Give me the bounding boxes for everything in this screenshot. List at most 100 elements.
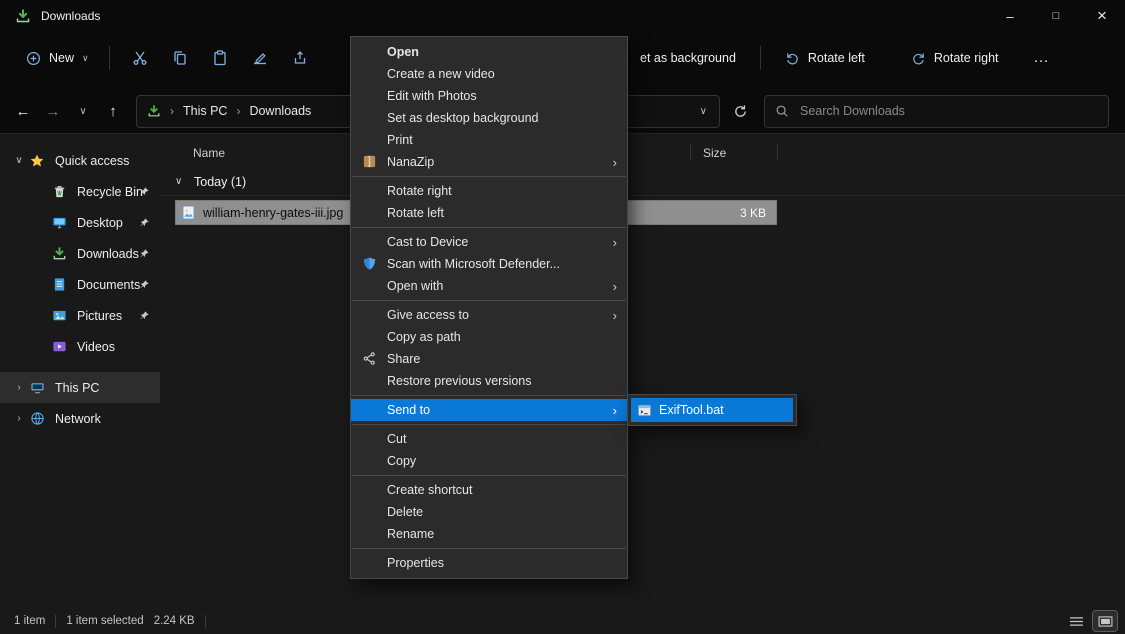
sidebar-item-network[interactable]: › Network xyxy=(0,403,160,434)
menu-item-set-as-desktop-background[interactable]: Set as desktop background xyxy=(351,107,627,129)
set-as-background-button[interactable]: et as background xyxy=(630,43,746,73)
menu-item-label: Print xyxy=(387,133,413,147)
navigation-pane: ∨ Quick access Recycle Bin Desktop Downl… xyxy=(0,135,160,608)
set-as-background-label: et as background xyxy=(640,51,736,65)
status-selected-count: 1 item selected xyxy=(66,615,143,627)
column-divider[interactable] xyxy=(690,144,691,161)
new-button[interactable]: New ∨ xyxy=(16,44,99,73)
sidebar-item-desktop[interactable]: Desktop xyxy=(0,207,160,238)
maximize-button[interactable]: □ xyxy=(1033,0,1079,32)
up-button[interactable]: ↑ xyxy=(98,96,128,126)
menu-item-label: Copy as path xyxy=(387,330,461,344)
column-header-size[interactable]: Size xyxy=(703,146,726,160)
sidebar-item-quick-access[interactable]: ∨ Quick access xyxy=(0,145,160,176)
rotate-left-label: Rotate left xyxy=(808,51,865,65)
sidebar-item-pictures[interactable]: Pictures xyxy=(0,300,160,331)
menu-separator xyxy=(352,300,626,301)
rotate-right-icon xyxy=(911,51,926,66)
rotate-left-button[interactable]: Rotate left xyxy=(775,43,875,74)
menu-item-rotate-left[interactable]: Rotate left xyxy=(351,202,627,224)
close-button[interactable]: × xyxy=(1079,0,1125,32)
menu-item-open[interactable]: Open xyxy=(351,41,627,63)
menu-item-edit-with-photos[interactable]: Edit with Photos xyxy=(351,85,627,107)
group-header-label: Today (1) xyxy=(194,175,246,189)
menu-item-delete[interactable]: Delete xyxy=(351,501,627,523)
sidebar-item-recycle-bin[interactable]: Recycle Bin xyxy=(0,176,160,207)
search-box[interactable] xyxy=(764,95,1109,128)
menu-item-rename[interactable]: Rename xyxy=(351,523,627,545)
submenu-arrow-icon: › xyxy=(613,308,617,323)
sidebar-item-this-pc[interactable]: › This PC xyxy=(0,372,160,403)
menu-item-create-a-new-video[interactable]: Create a new video xyxy=(351,63,627,85)
details-view-button[interactable] xyxy=(1064,611,1088,631)
view-toggle-buttons xyxy=(1064,611,1117,631)
toolbar-contextual-commands: et as background Rotate left Rotate righ… xyxy=(630,32,1059,84)
minimize-button[interactable]: – xyxy=(987,0,1033,32)
network-icon xyxy=(28,411,46,427)
up-icon: ↑ xyxy=(109,103,117,120)
menu-item-share[interactable]: Share xyxy=(351,348,627,370)
cut-button[interactable] xyxy=(120,40,160,76)
paste-icon xyxy=(212,50,228,66)
submenu-item-exiftool[interactable]: ExifTool.bat xyxy=(631,398,793,422)
thumbnail-view-button[interactable] xyxy=(1093,611,1117,631)
menu-item-label: Create shortcut xyxy=(387,483,472,497)
menu-item-give-access-to[interactable]: Give access to › xyxy=(351,304,627,326)
group-header-today[interactable]: ∨ Today (1) xyxy=(160,170,1125,196)
recent-locations-button[interactable]: ∨ xyxy=(68,96,98,126)
paste-button[interactable] xyxy=(200,40,240,76)
back-button[interactable]: ← xyxy=(8,96,38,126)
menu-item-label: NanaZip xyxy=(387,155,434,169)
menu-item-copy[interactable]: Copy xyxy=(351,450,627,472)
menu-item-rotate-right[interactable]: Rotate right xyxy=(351,180,627,202)
videos-icon xyxy=(50,339,68,355)
menu-item-nanazip[interactable]: NanaZip › xyxy=(351,151,627,173)
menu-item-scan-with-defender[interactable]: Scan with Microsoft Defender... xyxy=(351,253,627,275)
menu-item-cut[interactable]: Cut xyxy=(351,428,627,450)
close-icon: × xyxy=(1097,6,1107,26)
search-input[interactable] xyxy=(798,103,1098,119)
menu-item-print[interactable]: Print xyxy=(351,129,627,151)
menu-item-label: Cut xyxy=(387,432,406,446)
copy-button[interactable] xyxy=(160,40,200,76)
breadcrumb-this-pc[interactable]: This PC xyxy=(183,104,227,118)
cut-icon xyxy=(132,50,148,66)
more-icon: … xyxy=(1033,49,1050,67)
menu-item-copy-as-path[interactable]: Copy as path xyxy=(351,326,627,348)
menu-item-send-to[interactable]: Send to › xyxy=(351,399,627,421)
rename-icon xyxy=(252,50,268,66)
chevron-down-icon: ∨ xyxy=(10,155,28,166)
downloads-folder-icon xyxy=(15,8,31,24)
forward-button[interactable]: → xyxy=(38,96,68,126)
window-controls: – □ × xyxy=(987,0,1125,32)
rotate-right-label: Rotate right xyxy=(934,51,999,65)
sidebar-item-videos[interactable]: Videos xyxy=(0,331,160,362)
nanazip-icon xyxy=(362,154,378,170)
menu-item-label: Create a new video xyxy=(387,67,495,81)
menu-item-restore-previous-versions[interactable]: Restore previous versions xyxy=(351,370,627,392)
new-button-label: New xyxy=(49,51,74,65)
rotate-right-button[interactable]: Rotate right xyxy=(901,43,1009,74)
refresh-button[interactable] xyxy=(724,96,756,126)
rename-button[interactable] xyxy=(240,40,280,76)
menu-item-open-with[interactable]: Open with › xyxy=(351,275,627,297)
menu-item-properties[interactable]: Properties xyxy=(351,552,627,574)
column-header-name[interactable]: Name xyxy=(193,146,225,160)
menu-separator xyxy=(352,475,626,476)
title-bar: Downloads – □ × xyxy=(0,0,1125,32)
status-item-count: 1 item xyxy=(14,615,45,627)
menu-item-create-shortcut[interactable]: Create shortcut xyxy=(351,479,627,501)
sidebar-item-downloads[interactable]: Downloads xyxy=(0,238,160,269)
menu-item-label: Edit with Photos xyxy=(387,89,477,103)
menu-item-label: Cast to Device xyxy=(387,235,468,249)
address-dropdown-chevron-icon[interactable]: ∨ xyxy=(700,106,707,117)
column-divider[interactable] xyxy=(777,144,778,161)
more-options-button[interactable]: … xyxy=(1025,40,1059,76)
sidebar-item-label: This PC xyxy=(55,381,99,395)
sidebar-item-label: Quick access xyxy=(55,154,129,168)
breadcrumb-downloads[interactable]: Downloads xyxy=(249,104,311,118)
share-button[interactable] xyxy=(280,40,320,76)
this-pc-icon xyxy=(28,380,46,396)
menu-item-cast-to-device[interactable]: Cast to Device › xyxy=(351,231,627,253)
sidebar-item-documents[interactable]: Documents xyxy=(0,269,160,300)
